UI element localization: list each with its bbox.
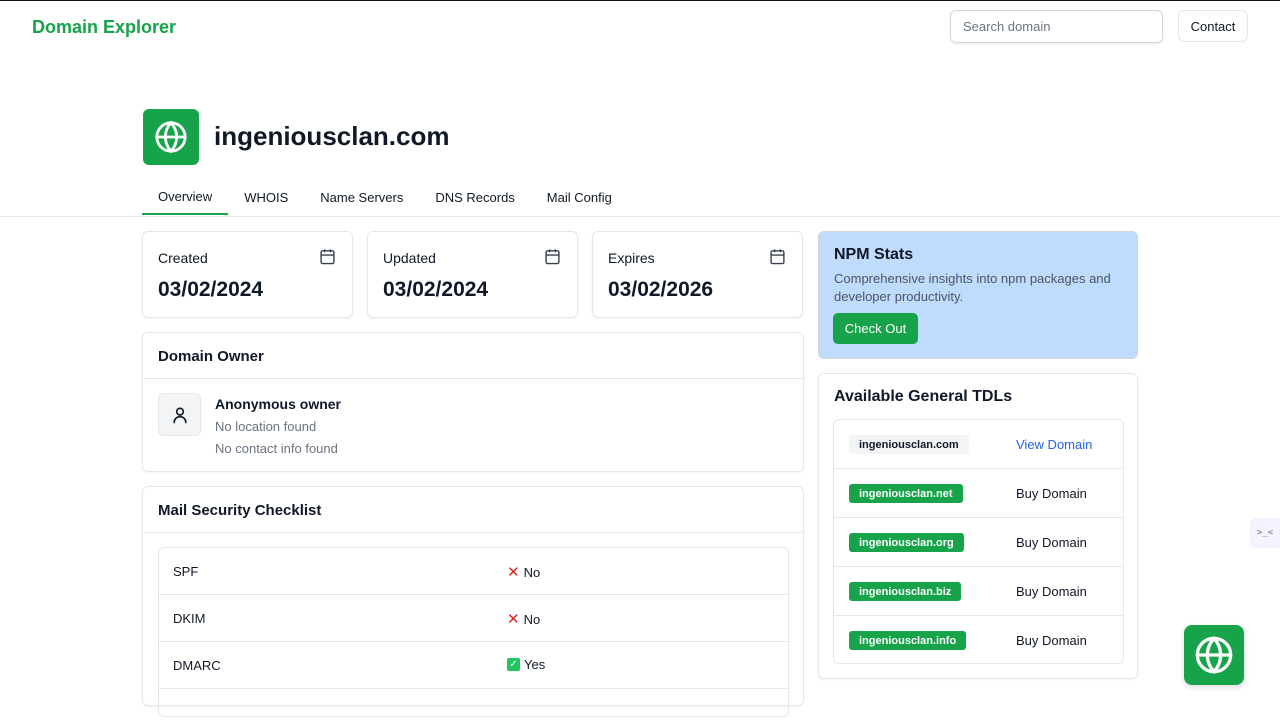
expires-date-card: Expires 03/02/2026 [592,231,803,318]
calendar-icon [319,248,336,270]
created-date-card: Created 03/02/2024 [142,231,353,318]
user-icon [158,393,201,436]
buy-domain-button[interactable]: Buy Domain [1016,486,1087,501]
search-domain-input[interactable] [950,10,1163,43]
card-divider [143,378,803,379]
mail-value: ✓ Yes [507,657,545,672]
contact-button[interactable]: Contact [1178,10,1248,42]
floating-globe-button[interactable] [1184,625,1244,685]
table-row: SPF ✕ No [159,548,788,595]
date-value: 03/02/2026 [608,278,714,301]
owner-name: Anonymous owner [215,396,342,412]
page-title: ingeniousclan.com [214,121,450,151]
cross-icon: ✕ [507,564,520,581]
mail-value: ✕ No [507,610,540,628]
date-label: Created [158,250,208,266]
date-label: Updated [383,250,436,266]
calendar-icon [544,248,561,270]
tld-badge: ingeniousclan.org [849,533,964,552]
owner-contact: No contact info found [215,441,338,456]
brand-logo[interactable]: Domain Explorer [32,17,176,38]
mail-key: DMARC [173,658,221,673]
mail-value-text: Yes [524,657,546,672]
mail-value: ✕ No [507,563,540,581]
domain-owner-card: Domain Owner Anonymous owner No location… [142,332,804,472]
mail-key: DKIM [173,611,206,626]
tab-overview[interactable]: Overview [142,179,229,215]
promo-description: Comprehensive insights into npm packages… [834,271,1111,304]
tab-name-servers[interactable]: Name Servers [304,179,419,215]
tld-badge: ingeniousclan.net [849,484,963,503]
top-header: Domain Explorer Contact [0,1,1280,53]
card-title: Domain Owner [158,348,264,365]
list-item: ingeniousclan.biz Buy Domain [834,567,1123,616]
globe-icon [143,109,199,165]
tld-badge: ingeniousclan.biz [849,582,962,601]
mail-security-table: SPF ✕ No DKIM ✕ No DMARC ✓ Yes [158,547,789,717]
table-row: DKIM ✕ No [159,595,788,642]
buy-domain-button[interactable]: Buy Domain [1016,535,1087,550]
card-title: Mail Security Checklist [158,502,322,519]
tab-whois[interactable]: WHOIS [228,179,304,215]
buy-domain-button[interactable]: Buy Domain [1016,584,1087,599]
card-title: Available General TDLs [834,388,1013,405]
mail-value-text: No [523,564,541,580]
list-item: ingeniousclan.info Buy Domain [834,616,1123,663]
date-value: 03/02/2024 [383,278,489,301]
updated-date-card: Updated 03/02/2024 [367,231,578,318]
check-icon: ✓ [507,658,520,671]
card-divider [143,532,803,533]
date-label: Expires [608,250,655,266]
tld-list: ingeniousclan.com View Domain ingeniousc… [833,419,1124,664]
promo-title: NPM Stats [834,246,914,263]
list-item: ingeniousclan.org Buy Domain [834,518,1123,567]
check-out-button[interactable]: Check Out [833,313,918,344]
side-widget[interactable]: >_< [1250,518,1280,548]
mail-security-card: Mail Security Checklist SPF ✕ No DKIM ✕ … [142,486,804,717]
mail-value-text: No [523,611,541,627]
domain-tabs: Overview WHOIS Name Servers DNS Records … [142,179,628,215]
buy-domain-button[interactable]: Buy Domain [1016,633,1087,648]
tab-mail-config[interactable]: Mail Config [531,179,628,215]
mail-key: SPF [173,564,199,579]
owner-location: No location found [215,419,317,434]
view-domain-link[interactable]: View Domain [1016,437,1092,452]
date-value: 03/02/2024 [158,278,264,301]
tld-badge: ingeniousclan.com [849,435,969,454]
list-item: ingeniousclan.com View Domain [834,420,1123,469]
available-tlds-card: Available General TDLs ingeniousclan.com… [818,373,1138,679]
tab-dns-records[interactable]: DNS Records [419,179,530,215]
cross-icon: ✕ [507,611,520,628]
npm-stats-promo: NPM Stats Comprehensive insights into np… [818,231,1138,359]
tld-badge: ingeniousclan.info [849,631,967,650]
list-item: ingeniousclan.net Buy Domain [834,469,1123,518]
table-row: DMARC ✓ Yes [159,642,788,689]
calendar-icon [769,248,786,270]
tabs-divider [0,216,1280,217]
globe-icon [1195,635,1233,675]
